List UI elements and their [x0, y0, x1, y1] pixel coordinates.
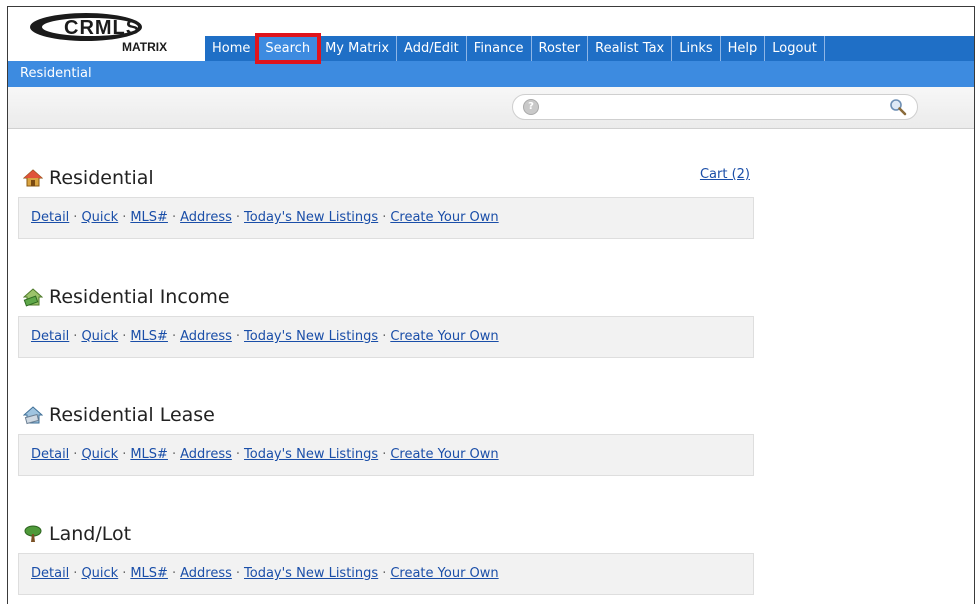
link-address[interactable]: Address [180, 329, 232, 344]
section-residential: Residential Cart (2) Detail · Quick · MLS# · A… [18, 163, 754, 239]
house-icon [23, 169, 43, 187]
link-detail[interactable]: Detail [31, 210, 69, 225]
section-title: Residential Income [49, 286, 230, 308]
section-residential-lease: Residential Lease Detail · Quick · MLS# · Addr… [18, 400, 754, 476]
nav-home[interactable]: Home [205, 36, 259, 61]
link-separator: · [235, 329, 241, 344]
nav-links[interactable]: Links [672, 36, 721, 61]
search-bar: ? [8, 87, 974, 129]
link-separator: · [122, 447, 127, 462]
link-mls[interactable]: MLS# [130, 566, 168, 581]
search-links: Detail · Quick · MLS# · Address · Today's New Li… [18, 434, 754, 476]
section-header: Residential Lease [18, 400, 754, 430]
cart-link[interactable]: Cart (2) [700, 167, 750, 182]
link-separator: · [73, 329, 78, 344]
nav-logout[interactable]: Logout [765, 36, 825, 61]
lease-house-icon [23, 406, 43, 425]
nav-help[interactable]: Help [721, 36, 766, 61]
section-land-lot: Land/Lot Detail · Quick · MLS# · Address · Today… [18, 519, 754, 595]
link-separator: · [235, 210, 241, 225]
search-box: ? [512, 94, 918, 120]
link-create-your-own[interactable]: Create Your Own [390, 447, 498, 462]
link-create-your-own[interactable]: Create Your Own [390, 210, 498, 225]
link-separator: · [73, 566, 78, 581]
search-links: Detail · Quick · MLS# · Address · Today's New Li… [18, 316, 754, 358]
link-separator: · [171, 329, 177, 344]
link-separator: · [382, 566, 387, 581]
link-detail[interactable]: Detail [31, 447, 69, 462]
link-separator: · [382, 447, 387, 462]
link-separator: · [171, 566, 177, 581]
link-todays-new-listings[interactable]: Today's New Listings [244, 447, 378, 462]
link-address[interactable]: Address [180, 447, 232, 462]
tree-icon [24, 525, 42, 542]
link-separator: · [171, 210, 177, 225]
link-todays-new-listings[interactable]: Today's New Listings [244, 566, 378, 581]
link-address[interactable]: Address [180, 210, 232, 225]
income-house-icon [23, 288, 43, 307]
nav-search[interactable]: Search [255, 33, 322, 64]
section-header: Land/Lot [18, 519, 754, 549]
link-address[interactable]: Address [180, 566, 232, 581]
subnav-residential[interactable]: Residential [8, 61, 974, 87]
section-title: Residential [49, 167, 154, 189]
link-quick[interactable]: Quick [81, 210, 118, 225]
nav-my-matrix[interactable]: My Matrix [318, 36, 398, 61]
link-todays-new-listings[interactable]: Today's New Listings [244, 329, 378, 344]
section-title: Residential Lease [49, 404, 215, 426]
nav-add-edit[interactable]: Add/Edit [397, 36, 467, 61]
logo-top-text: CRMLS [64, 17, 140, 39]
section-title: Land/Lot [49, 523, 132, 545]
link-mls[interactable]: MLS# [130, 210, 168, 225]
link-detail[interactable]: Detail [31, 329, 69, 344]
header: CRMLS MATRIX Home Search My Matrix Add/E… [8, 7, 974, 64]
crmls-logo: CRMLS MATRIX [30, 13, 167, 54]
link-separator: · [122, 329, 127, 344]
search-icon[interactable] [889, 98, 907, 116]
link-quick[interactable]: Quick [81, 566, 118, 581]
section-residential-income: Residential Income Detail · Quick · MLS# · Add… [18, 282, 754, 358]
link-quick[interactable]: Quick [81, 447, 118, 462]
link-todays-new-listings[interactable]: Today's New Listings [244, 210, 378, 225]
nav-finance[interactable]: Finance [467, 36, 532, 61]
link-create-your-own[interactable]: Create Your Own [390, 329, 498, 344]
link-mls[interactable]: MLS# [130, 447, 168, 462]
link-create-your-own[interactable]: Create Your Own [390, 566, 498, 581]
nav-roster[interactable]: Roster [532, 36, 589, 61]
link-separator: · [382, 329, 387, 344]
link-separator: · [73, 447, 78, 462]
search-links: Detail · Quick · MLS# · Address · Today's New Li… [18, 197, 754, 239]
link-separator: · [235, 447, 241, 462]
search-input[interactable] [543, 97, 877, 117]
link-separator: · [122, 566, 127, 581]
link-detail[interactable]: Detail [31, 566, 69, 581]
section-header: Residential [18, 163, 754, 193]
main-nav: Home Search My Matrix Add/Edit Finance R… [205, 33, 974, 64]
link-mls[interactable]: MLS# [130, 329, 168, 344]
section-header: Residential Income [18, 282, 754, 312]
link-separator: · [235, 566, 241, 581]
link-separator: · [171, 447, 177, 462]
search-links: Detail · Quick · MLS# · Address · Today's New Li… [18, 553, 754, 595]
logo-bottom-text: MATRIX [122, 40, 167, 54]
help-icon[interactable]: ? [523, 99, 539, 115]
link-separator: · [122, 210, 127, 225]
app-window: CRMLS MATRIX Home Search My Matrix Add/E… [7, 6, 975, 604]
link-separator: · [382, 210, 387, 225]
link-quick[interactable]: Quick [81, 329, 118, 344]
nav-realist-tax[interactable]: Realist Tax [588, 36, 673, 61]
link-separator: · [73, 210, 78, 225]
